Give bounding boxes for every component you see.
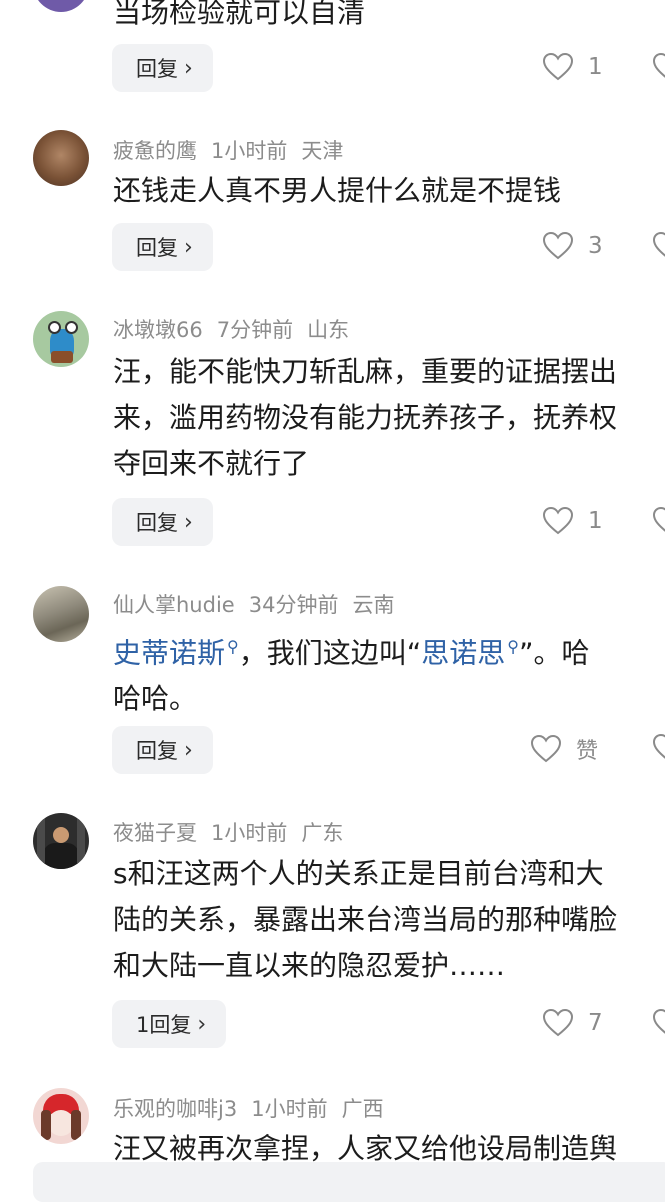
comment-text: 史蒂诺斯 ⚲，我们这边叫“思诺思 ⚲”。哈 哈哈。	[113, 624, 665, 722]
location: 山东	[307, 318, 350, 342]
keyword-link[interactable]: 史蒂诺斯	[113, 636, 225, 669]
reply-button[interactable]: 1回复 ›	[112, 1000, 227, 1048]
reply-button[interactable]: 回复 ›	[112, 44, 213, 92]
avatar[interactable]	[33, 0, 89, 12]
location: 天津	[301, 139, 344, 163]
comment-text: 还钱走人真不男人提什么就是不提钱	[113, 168, 665, 214]
chevron-right-icon: ›	[184, 737, 193, 763]
comment-line: 还钱走人真不男人提什么就是不提钱	[113, 174, 562, 207]
search-icon[interactable]: ⚲	[507, 637, 519, 656]
username[interactable]: 夜猫子夏	[113, 821, 197, 845]
like-button[interactable]: 赞	[530, 733, 598, 765]
heart-icon[interactable]	[652, 231, 665, 265]
like-button[interactable]: 7	[542, 1008, 603, 1038]
heart-icon	[542, 52, 574, 81]
comment-line: s和汪这两个人的关系正是目前台湾和大	[113, 857, 604, 890]
chevron-right-icon: ›	[184, 55, 193, 81]
like-label: 赞	[576, 739, 599, 764]
avatar[interactable]	[33, 1088, 89, 1144]
chevron-right-icon: ›	[197, 1011, 207, 1037]
heart-icon[interactable]	[652, 52, 665, 86]
heart-icon[interactable]	[652, 1008, 665, 1042]
chevron-right-icon: ›	[184, 234, 193, 260]
username[interactable]: 疲惫的鹰	[113, 139, 197, 163]
like-button[interactable]: 3	[542, 231, 603, 261]
avatar[interactable]	[33, 130, 89, 186]
keyword-link[interactable]: 思诺思	[421, 636, 505, 669]
comment-line: 哈哈。	[113, 682, 198, 716]
like-count: 1	[588, 54, 603, 80]
like-count: 1	[588, 508, 603, 534]
reply-label: 回复	[136, 511, 178, 535]
timestamp: 1小时前	[251, 1097, 328, 1121]
comment-line: 夺回来不就行了	[113, 447, 310, 480]
chevron-right-icon: ›	[184, 509, 193, 535]
reply-label: 回复	[136, 236, 178, 260]
username[interactable]: 冰墩墩66	[113, 318, 203, 342]
comment-line: 和大陆一直以来的隐忍爱护……	[113, 949, 506, 982]
comment-text: 当场检验就可以自清	[113, 0, 366, 29]
like-button[interactable]: 1	[542, 506, 603, 536]
comment-text-segment: ，我们这边叫“	[238, 636, 422, 670]
avatar[interactable]	[33, 813, 89, 869]
timestamp: 1小时前	[211, 139, 288, 163]
comment-line: 来，滥用药物没有能力抚养孩子，抚养权	[113, 401, 618, 434]
reply-label: 1回复	[136, 1013, 192, 1037]
comment-meta: 仙人掌hudie 34分钟前 云南	[113, 589, 408, 619]
search-icon[interactable]: ⚲	[227, 637, 239, 656]
location: 云南	[352, 593, 395, 617]
avatar[interactable]	[33, 311, 89, 367]
reply-label: 回复	[136, 57, 178, 81]
reply-label: 回复	[136, 739, 178, 763]
heart-icon[interactable]	[652, 733, 665, 767]
comment-text: 汪，能不能快刀斩乱麻，重要的证据摆出 来，滥用药物没有能力抚养孩子，抚养权 夺回…	[113, 349, 665, 487]
reply-button[interactable]: 回复 ›	[112, 726, 213, 774]
username[interactable]: 乐观的咖啡j3	[113, 1097, 237, 1121]
heart-icon	[542, 506, 574, 535]
reply-button[interactable]: 回复 ›	[112, 223, 213, 271]
comment-line: 史蒂诺斯 ⚲，我们这边叫“思诺思 ⚲”。哈	[113, 624, 665, 676]
username[interactable]: 仙人掌hudie	[113, 593, 235, 617]
like-count: 7	[588, 1010, 603, 1036]
reply-button[interactable]: 回复 ›	[112, 498, 213, 546]
location: 广西	[341, 1097, 384, 1121]
heart-icon[interactable]	[652, 506, 665, 540]
comment-meta: 夜猫子夏 1小时前 广东	[113, 817, 357, 847]
heart-icon	[530, 734, 562, 763]
comment-meta: 乐观的咖啡j3 1小时前 广西	[113, 1093, 398, 1123]
comment-text: s和汪这两个人的关系正是目前台湾和大 陆的关系，暴露出来台湾当局的那种嘴脸 和大…	[113, 851, 665, 989]
comment-input-bar[interactable]	[33, 1162, 665, 1202]
like-button[interactable]: 1	[542, 52, 603, 82]
location: 广东	[301, 821, 344, 845]
avatar[interactable]	[33, 586, 89, 642]
heart-icon	[542, 1008, 574, 1037]
comment-line: 汪，能不能快刀斩乱麻，重要的证据摆出	[113, 355, 618, 388]
comment-line: 陆的关系，暴露出来台湾当局的那种嘴脸	[113, 903, 618, 936]
timestamp: 34分钟前	[248, 593, 339, 617]
timestamp: 7分钟前	[216, 318, 294, 342]
comment-text-segment: ”。哈	[518, 636, 590, 670]
comment-meta: 疲惫的鹰 1小时前 天津	[113, 135, 357, 165]
comment-meta: 冰墩墩66 7分钟前 山东	[113, 314, 363, 344]
timestamp: 1小时前	[211, 821, 288, 845]
heart-icon	[542, 231, 574, 260]
like-count: 3	[588, 233, 603, 259]
